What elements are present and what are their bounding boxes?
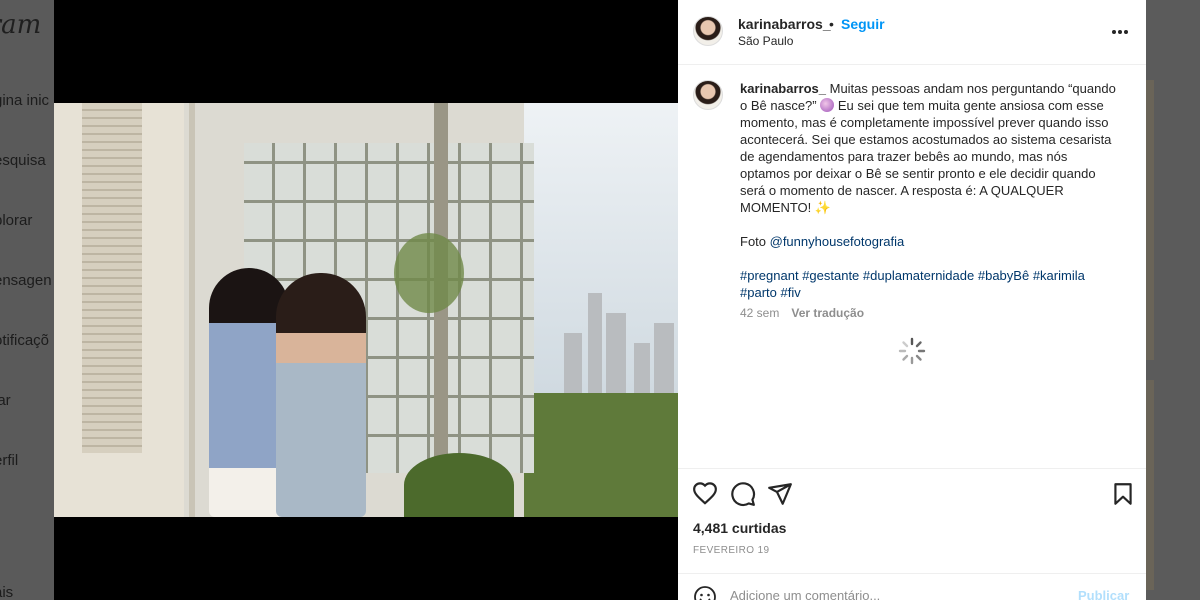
hashtag-link[interactable]: #fiv [781,285,801,300]
hashtag-link[interactable]: #parto [740,285,777,300]
sparkles-icon: ✨ [814,200,832,215]
photo-plant [394,233,464,313]
more-options-icon[interactable] [1110,22,1130,42]
save-bookmark-icon[interactable] [1110,481,1136,507]
instagram-logo: gram [0,10,42,40]
post-username[interactable]: karinabarros_ [738,16,831,32]
caption-section: karinabarros_ Muitas pessoas andam nos p… [678,66,1146,468]
comment-input[interactable] [730,588,1060,600]
hashtag-link[interactable]: #duplamaternidade [863,268,974,283]
feed-thumbnail [1146,80,1154,360]
nav-item-explore: plorar [0,212,33,229]
publish-button[interactable]: Publicar [1078,588,1129,600]
post-photo[interactable] [54,103,678,517]
post-date: FEVEREIRO 19 [693,545,770,556]
loading-spinner-icon [898,337,926,365]
likes-count[interactable]: 4,481 curtidas [693,520,786,536]
photo-person [276,273,366,517]
nav-item-messages: ensagen [0,272,52,289]
nav-item-more: ais [0,584,14,600]
crystal-ball-icon [820,98,835,112]
like-heart-icon[interactable] [692,481,718,507]
share-direct-icon[interactable] [767,481,793,507]
photo-credit-prefix: Foto [740,234,770,249]
photo-credit-link[interactable]: @funnyhousefotografia [770,234,905,249]
background-feed [1146,0,1200,600]
nav-item-create: iar [0,392,11,409]
photo-shutter [82,103,142,453]
avatar[interactable] [693,80,723,110]
comment-icon[interactable] [730,481,756,507]
caption-text: Eu sei que tem muita gente ansiosa com e… [740,98,1112,215]
background-sidebar: gram gina inic esquisa plorar ensagen ot… [0,0,54,600]
nav-item-notifications: otificaçõ [0,332,50,349]
post-time: 42 sem [740,306,780,320]
post-details-panel: karinabarros_ • Seguir São Paulo karinab… [678,0,1146,600]
nav-item-search: esquisa [0,152,46,169]
nav-item-home: gina inic [0,92,50,109]
avatar[interactable] [693,16,723,46]
hashtag-link[interactable]: #pregnant [740,268,799,283]
photo-city-skyline [554,283,678,403]
separator-dot: • [829,16,834,32]
hashtag-link[interactable]: #gestante [802,268,859,283]
post-location[interactable]: São Paulo [738,34,793,48]
photo-plant [404,453,514,517]
translate-link[interactable]: Ver tradução [791,306,864,320]
post-media [54,0,678,600]
photo-trees [524,393,678,517]
comment-bar: Publicar [678,573,1146,600]
caption-username[interactable]: karinabarros_ [740,81,826,96]
nav-item-profile: erfil [0,452,19,469]
post-header: karinabarros_ • Seguir São Paulo [678,0,1146,65]
caption-meta: 42 sem Ver tradução [740,305,1120,322]
hashtag-link[interactable]: #babyBê [978,268,1029,283]
feed-thumbnail [1146,380,1154,590]
post-actions: 4,481 curtidas FEVEREIRO 19 Publicar [678,468,1146,600]
emoji-icon[interactable] [693,585,717,600]
follow-button[interactable]: Seguir [841,16,885,32]
post-caption: karinabarros_ Muitas pessoas andam nos p… [740,80,1120,322]
hashtag-link[interactable]: #karimila [1033,268,1085,283]
